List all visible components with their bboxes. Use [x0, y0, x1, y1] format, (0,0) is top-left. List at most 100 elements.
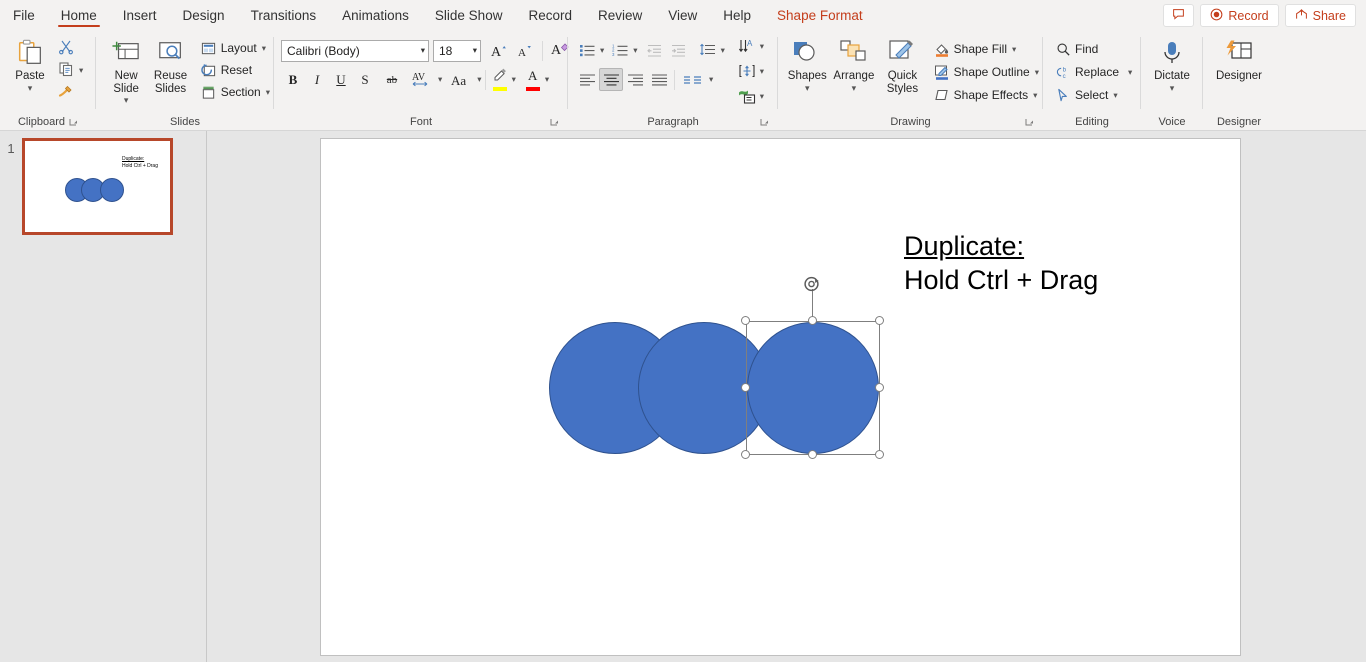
shapes-button[interactable]: Shapes ▾: [784, 35, 831, 92]
shape-outline-button[interactable]: Shape Outline ▾: [930, 61, 1043, 83]
strikethrough-button[interactable]: ab: [377, 68, 407, 91]
tab-shape-format[interactable]: Shape Format: [764, 0, 876, 31]
section-button[interactable]: Section ▾: [197, 81, 274, 103]
shape-fill-button[interactable]: Shape Fill ▾: [930, 38, 1043, 60]
italic-button[interactable]: I: [305, 68, 329, 91]
slide-text-block[interactable]: Duplicate: Hold Ctrl + Drag: [904, 229, 1224, 297]
drawing-dialog-launcher[interactable]: [1025, 118, 1034, 127]
chevron-down-icon[interactable]: ▾: [852, 84, 857, 92]
resize-handle-bottom-center[interactable]: [808, 450, 817, 459]
copy-button[interactable]: [54, 59, 78, 82]
align-center-button[interactable]: [599, 68, 623, 91]
resize-handle-top-right[interactable]: [875, 316, 884, 325]
tab-help[interactable]: Help: [710, 0, 764, 31]
font-size-combo[interactable]: 18 ▾: [433, 40, 481, 62]
columns-button[interactable]: [678, 68, 708, 91]
underline-button[interactable]: U: [329, 68, 353, 91]
decrease-font-size-button[interactable]: A: [513, 39, 537, 62]
chevron-down-icon[interactable]: ▾: [600, 45, 604, 56]
reuse-slides-icon: [156, 38, 186, 68]
bullets-button[interactable]: [575, 39, 599, 62]
new-slide-button[interactable]: New Slide ▾: [104, 35, 148, 104]
resize-handle-middle-left[interactable]: [741, 383, 750, 392]
share-button-label: Share: [1313, 9, 1346, 23]
justify-button[interactable]: [647, 68, 671, 91]
layout-label: Layout: [221, 41, 257, 55]
text-shadow-button[interactable]: S: [353, 68, 377, 91]
group-label-text: Voice: [1159, 116, 1186, 128]
align-right-button[interactable]: [623, 68, 647, 91]
chevron-down-icon[interactable]: ▾: [477, 74, 481, 85]
tab-record[interactable]: Record: [515, 0, 585, 31]
arrange-button[interactable]: Arrange ▾: [831, 35, 878, 92]
dictate-button[interactable]: Dictate ▾: [1146, 35, 1198, 92]
resize-handle-middle-right[interactable]: [875, 383, 884, 392]
change-case-button[interactable]: Aa: [446, 68, 476, 91]
chevron-down-icon[interactable]: ▾: [760, 41, 764, 52]
text-highlight-color-button[interactable]: [489, 68, 511, 91]
tab-review[interactable]: Review: [585, 0, 655, 31]
chevron-down-icon[interactable]: ▾: [79, 65, 83, 76]
layout-button[interactable]: Layout ▾: [197, 37, 274, 59]
clipboard-dialog-launcher[interactable]: [69, 118, 78, 127]
replace-button[interactable]: bc Replace ▾: [1051, 61, 1136, 83]
rotation-handle[interactable]: [802, 275, 822, 295]
chevron-down-icon[interactable]: ▾: [709, 74, 713, 85]
align-left-button[interactable]: [575, 68, 599, 91]
tab-view[interactable]: View: [655, 0, 710, 31]
convert-to-smartart-button[interactable]: [735, 85, 759, 108]
chevron-down-icon[interactable]: ▾: [760, 66, 764, 77]
share-button[interactable]: Share: [1285, 4, 1356, 27]
align-text-button[interactable]: [735, 60, 759, 83]
resize-handle-bottom-right[interactable]: [875, 450, 884, 459]
chevron-down-icon[interactable]: ▾: [545, 74, 549, 85]
find-label: Find: [1075, 42, 1098, 56]
resize-handle-top-center[interactable]: [808, 316, 817, 325]
shape-effects-button[interactable]: Shape Effects ▾: [930, 84, 1043, 106]
decrease-indent-button[interactable]: [643, 39, 667, 62]
designer-button[interactable]: Designer: [1209, 35, 1269, 83]
increase-font-size-button[interactable]: A: [487, 39, 511, 62]
slide-canvas[interactable]: Duplicate: Hold Ctrl + Drag: [320, 138, 1241, 656]
paragraph-dialog-launcher[interactable]: [760, 118, 769, 127]
tab-design[interactable]: Design: [170, 0, 238, 31]
find-button[interactable]: Find: [1051, 38, 1136, 60]
reuse-slides-button[interactable]: Reuse Slides: [148, 35, 192, 95]
character-spacing-button[interactable]: AV: [407, 68, 437, 91]
font-color-button[interactable]: A: [522, 68, 544, 91]
select-button[interactable]: Select ▾: [1051, 84, 1136, 106]
resize-handle-bottom-left[interactable]: [741, 450, 750, 459]
chevron-down-icon[interactable]: ▾: [1170, 84, 1175, 92]
tab-file[interactable]: File: [0, 0, 48, 31]
resize-handle-top-left[interactable]: [741, 316, 750, 325]
record-button[interactable]: Record: [1200, 4, 1278, 27]
chevron-down-icon[interactable]: ▾: [28, 84, 33, 92]
tab-home[interactable]: Home: [48, 0, 110, 31]
chevron-down-icon[interactable]: ▾: [512, 74, 516, 85]
quick-styles-button[interactable]: Quick Styles: [877, 35, 927, 95]
chevron-down-icon[interactable]: ▾: [633, 45, 637, 56]
reset-button[interactable]: Reset: [197, 59, 274, 81]
text-direction-button[interactable]: A: [735, 35, 759, 58]
numbering-button[interactable]: 123: [608, 39, 632, 62]
tab-insert[interactable]: Insert: [110, 0, 170, 31]
paste-button[interactable]: Paste ▾: [6, 35, 54, 92]
font-dialog-launcher[interactable]: [550, 118, 559, 127]
line-spacing-button[interactable]: [696, 39, 720, 62]
chevron-down-icon[interactable]: ▾: [805, 84, 810, 92]
chevron-down-icon[interactable]: ▾: [760, 91, 764, 102]
increase-indent-button[interactable]: [667, 39, 691, 62]
tab-animations[interactable]: Animations: [329, 0, 422, 31]
chevron-down-icon[interactable]: ▾: [721, 45, 725, 56]
tab-transitions[interactable]: Transitions: [238, 0, 330, 31]
tab-slide-show[interactable]: Slide Show: [422, 0, 516, 31]
bold-button[interactable]: B: [281, 68, 305, 91]
cut-button[interactable]: [54, 37, 78, 60]
comment-button[interactable]: [1163, 4, 1194, 27]
slide-thumbnail-1[interactable]: Duplicate: Hold Ctrl + Drag: [22, 138, 173, 235]
chevron-down-icon[interactable]: ▾: [124, 96, 129, 104]
font-family-combo[interactable]: Calibri (Body) ▾: [281, 40, 429, 62]
chevron-down-icon[interactable]: ▾: [438, 74, 442, 85]
highlight-color-swatch: [493, 87, 507, 91]
format-painter-button[interactable]: [54, 81, 78, 104]
